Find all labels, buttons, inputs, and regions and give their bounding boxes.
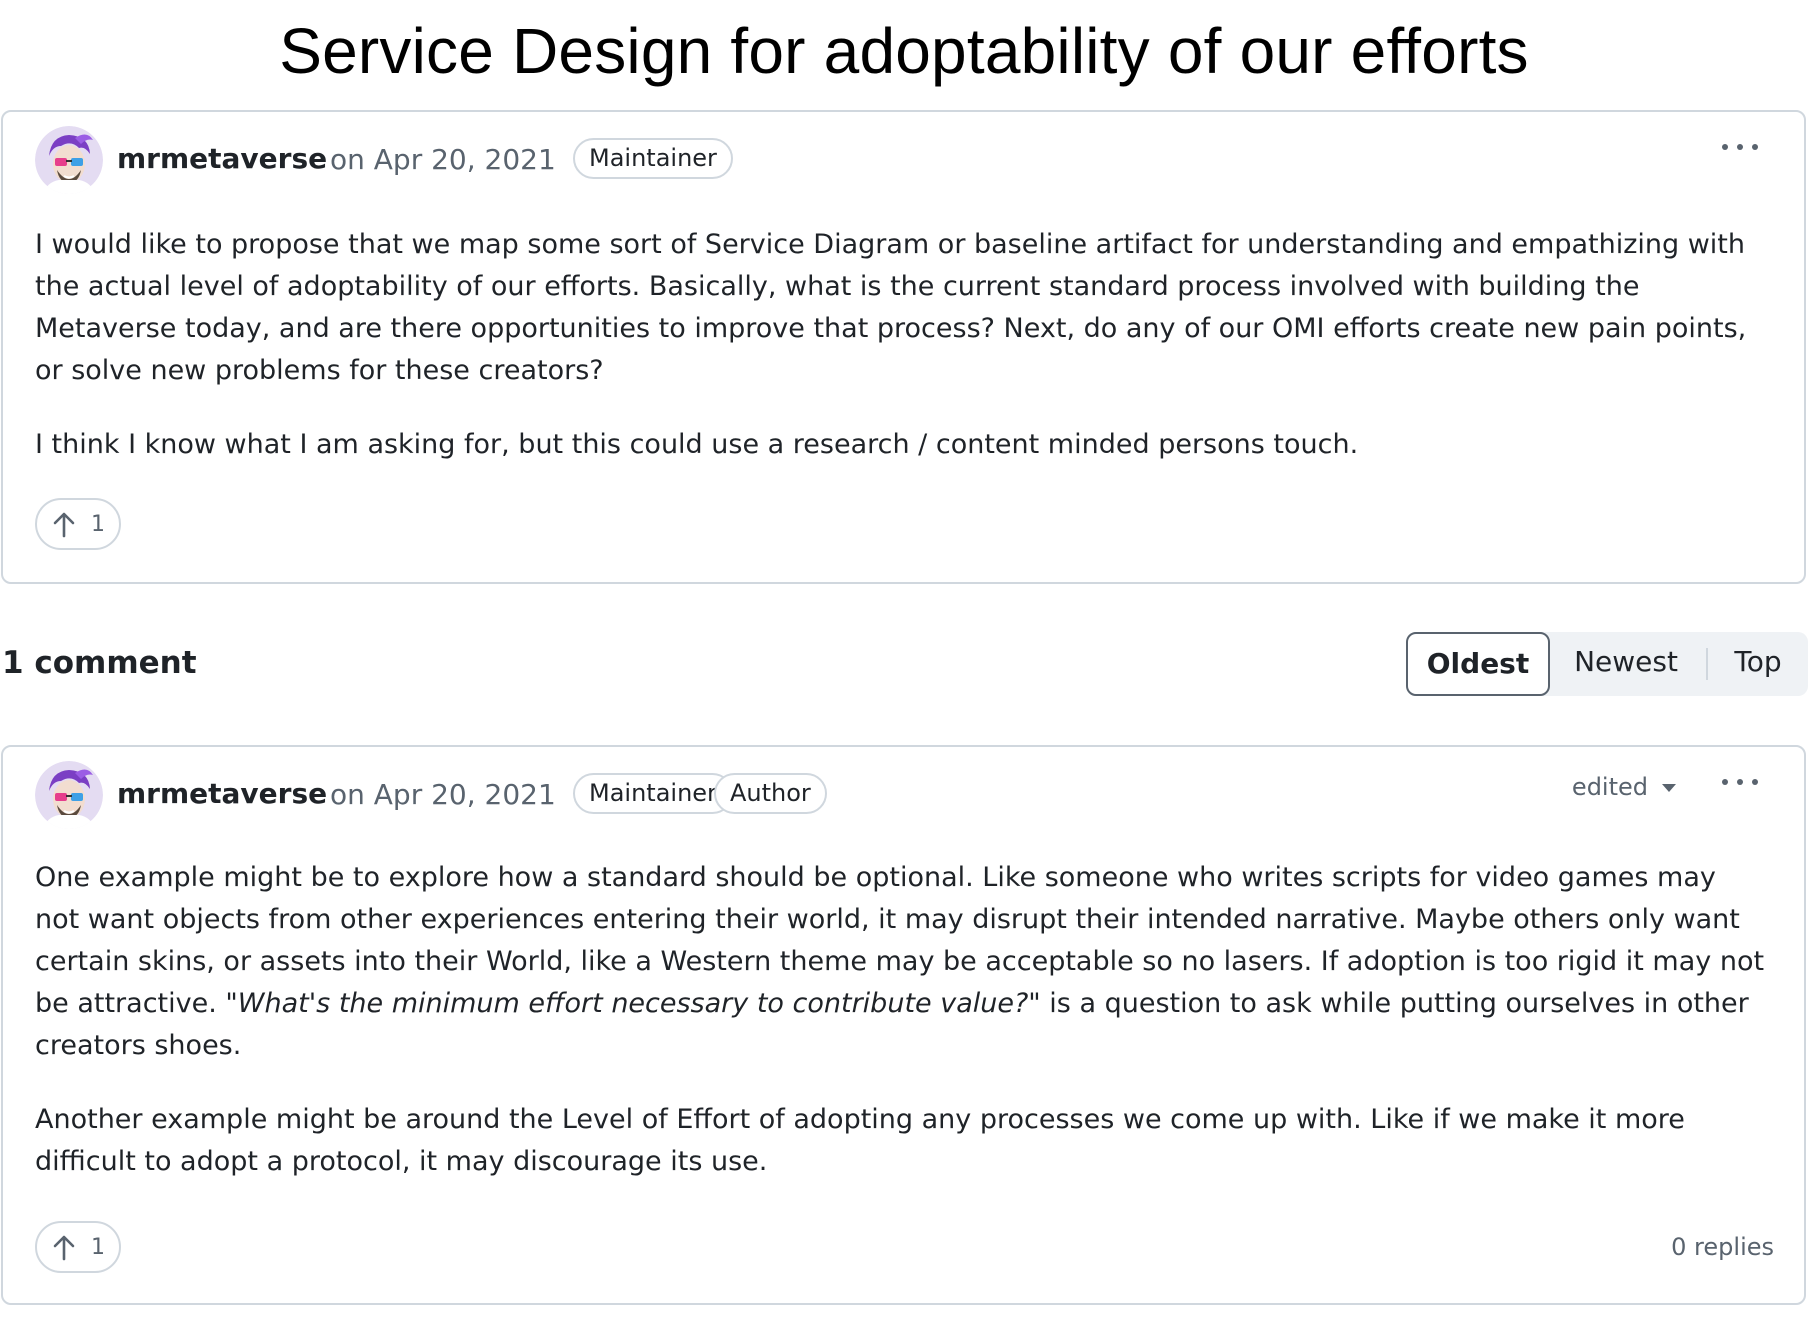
upvote-button[interactable]: 1	[35, 498, 121, 550]
edited-dropdown[interactable]: edited	[1572, 773, 1676, 801]
triangle-down-icon	[1662, 784, 1676, 792]
avatar-illustration	[35, 126, 103, 194]
sort-newest-button[interactable]: Newest	[1556, 632, 1696, 696]
arrow-up-icon	[53, 1235, 75, 1261]
edited-label: edited	[1571, 773, 1648, 801]
sort-segmented-control: Oldest Newest Top	[1406, 632, 1808, 696]
avatar-illustration	[35, 761, 103, 829]
replies-count: 0 replies	[1671, 1233, 1774, 1261]
post-body: I would like to propose that we map some…	[35, 224, 1768, 498]
comment-header: mrmetaverse on Apr 20, 2021 Maintainer A…	[35, 761, 1784, 829]
maintainer-badge: Maintainer	[573, 138, 733, 179]
comment-card: mrmetaverse on Apr 20, 2021 Maintainer A…	[1, 745, 1806, 1305]
upvote-count: 1	[91, 512, 105, 537]
more-options-icon[interactable]	[1722, 136, 1758, 160]
comment-paragraph: One example might be to explore how a st…	[35, 857, 1768, 1067]
post-author[interactable]: mrmetaverse	[117, 142, 327, 175]
comment-paragraph: Another example might be around the Leve…	[35, 1104, 1685, 1177]
avatar[interactable]	[35, 761, 103, 829]
arrow-up-icon	[53, 512, 75, 538]
more-options-icon[interactable]	[1722, 771, 1758, 795]
post-paragraph: I think I know what I am asking for, but…	[35, 429, 1359, 460]
discussion-post: mrmetaverse on Apr 20, 2021 Maintainer I…	[1, 110, 1806, 584]
upvote-button[interactable]: 1	[35, 1221, 121, 1273]
comment-author[interactable]: mrmetaverse	[117, 777, 327, 810]
comment-body: One example might be to explore how a st…	[35, 857, 1768, 1215]
post-header: mrmetaverse on Apr 20, 2021 Maintainer	[35, 126, 1784, 194]
post-paragraph: I would like to propose that we map some…	[35, 229, 1747, 386]
author-badge: Author	[714, 773, 827, 814]
page-title: Service Design for adoptability of our e…	[279, 15, 1529, 87]
comment-quote: "What's the minimum effort necessary to …	[225, 988, 1041, 1019]
post-date[interactable]: on Apr 20, 2021	[330, 143, 556, 176]
upvote-count: 1	[91, 1235, 105, 1260]
comments-count: 1 comment	[2, 645, 197, 681]
maintainer-badge: Maintainer	[573, 773, 733, 814]
sort-top-button[interactable]: Top	[1712, 632, 1804, 696]
avatar[interactable]	[35, 126, 103, 194]
sort-oldest-button[interactable]: Oldest	[1406, 632, 1550, 696]
sort-divider	[1706, 648, 1708, 680]
comment-date[interactable]: on Apr 20, 2021	[330, 778, 556, 811]
